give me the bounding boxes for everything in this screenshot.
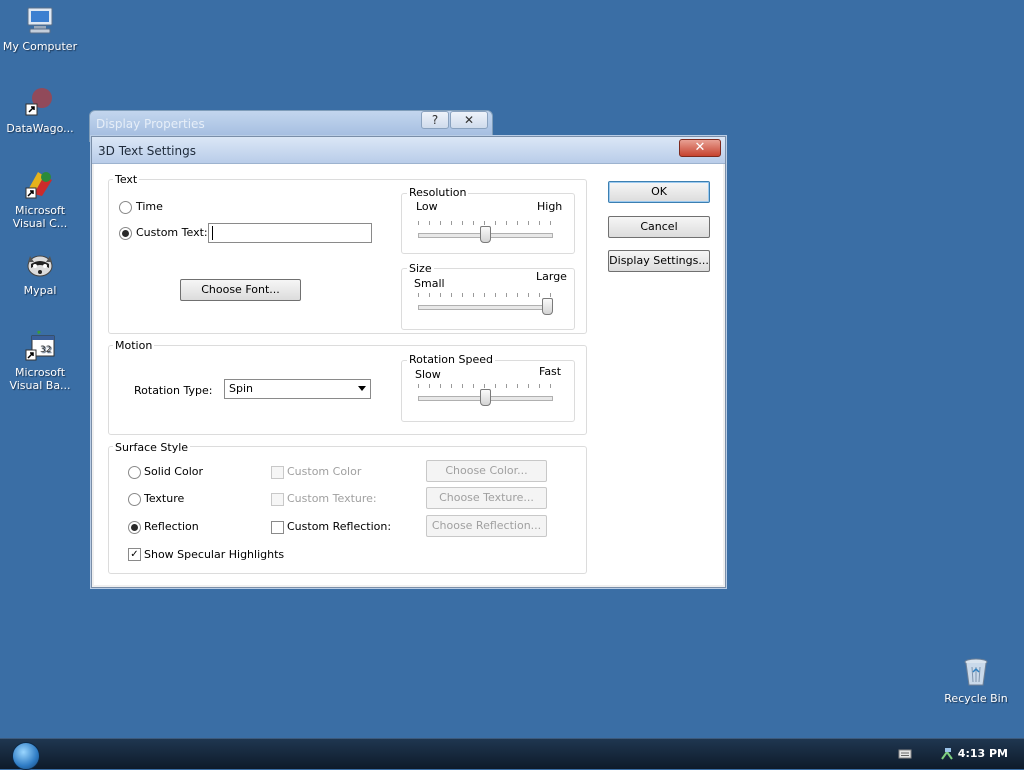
- resolution-low-label: Low: [416, 200, 438, 213]
- custom-color-label: Custom Color: [287, 465, 362, 478]
- desktop-icon-label: My Computer: [2, 40, 78, 53]
- choose-color-button[interactable]: Choose Color...: [426, 460, 547, 482]
- slider-thumb[interactable]: [480, 226, 491, 243]
- rotation-type-value: Spin: [229, 382, 253, 395]
- resolution-high-label: High: [537, 200, 563, 213]
- custom-text-radio[interactable]: [119, 227, 132, 240]
- chevron-down-icon: [358, 386, 366, 391]
- solid-color-label: Solid Color: [144, 465, 204, 478]
- show-specular-highlights-label: Show Specular Highlights: [144, 548, 285, 561]
- taskbar: 4:13 PM: [0, 738, 1024, 770]
- custom-reflection-checkbox[interactable]: [271, 521, 284, 534]
- resolution-slider[interactable]: [418, 221, 553, 243]
- resolution-label: Resolution: [407, 186, 469, 199]
- computer-icon: [27, 7, 53, 34]
- desktop-icon-recycle-bin[interactable]: Recycle Bin: [936, 656, 1016, 705]
- rotation-speed-slider[interactable]: [418, 384, 553, 406]
- text-group-label: Text: [113, 173, 140, 186]
- mypal-browser-icon: [27, 255, 53, 277]
- solid-color-radio[interactable]: [128, 466, 141, 479]
- reflection-label: Reflection: [144, 520, 199, 533]
- desktop-icon-label: DataWago...: [6, 122, 74, 135]
- display-settings-button[interactable]: Display Settings...: [608, 250, 710, 272]
- desktop-icon-label: Recycle Bin: [944, 692, 1008, 705]
- desktop-icon-label: Mypal: [23, 284, 57, 297]
- svg-text:32: 32: [40, 345, 51, 355]
- custom-text-input[interactable]: [208, 223, 372, 243]
- size-large-label: Large: [536, 270, 567, 283]
- texture-label: Texture: [144, 492, 185, 505]
- slider-track: [418, 305, 553, 310]
- size-slider[interactable]: [418, 293, 553, 315]
- text-caret: [212, 226, 213, 240]
- size-small-label: Small: [414, 277, 445, 290]
- slider-ticks: [418, 384, 551, 388]
- slider-thumb[interactable]: [542, 298, 553, 315]
- rotation-type-select[interactable]: Spin: [224, 379, 371, 399]
- help-button[interactable]: ?: [421, 111, 449, 129]
- keyboard-icon[interactable]: [898, 747, 912, 761]
- size-label: Size: [407, 262, 434, 275]
- close-button[interactable]: ✕: [450, 111, 488, 129]
- dialog-title: 3D Text Settings: [98, 144, 196, 158]
- desktop-icon-visual-basic[interactable]: 32 Microsoft Visual Ba...: [0, 330, 80, 392]
- custom-texture-label: Custom Texture:: [287, 492, 377, 505]
- recycle-bin-icon: [964, 658, 988, 686]
- time-label: Time: [136, 200, 163, 213]
- custom-color-checkbox[interactable]: [271, 466, 284, 479]
- time-radio[interactable]: [119, 201, 132, 214]
- slider-ticks: [418, 293, 551, 297]
- desktop-icon-label: Microsoft: [14, 366, 66, 379]
- desktop-icon-mypal[interactable]: Mypal: [0, 248, 80, 297]
- custom-text-label: Custom Text:: [136, 226, 208, 239]
- dialog-title-bar[interactable]: 3D Text Settings ✕: [92, 137, 725, 164]
- choose-reflection-button[interactable]: Choose Reflection...: [426, 515, 547, 537]
- show-specular-highlights-checkbox[interactable]: ✓: [128, 548, 141, 561]
- texture-radio[interactable]: [128, 493, 141, 506]
- ok-button[interactable]: OK: [608, 181, 710, 203]
- slider-thumb[interactable]: [480, 389, 491, 406]
- window-title: Display Properties: [96, 117, 205, 131]
- dialog-body: Text Time Custom Text: Choose Font... Re…: [94, 164, 723, 585]
- desktop-icon-label: Visual C...: [12, 217, 68, 230]
- rotation-type-label: Rotation Type:: [134, 384, 213, 397]
- desktop-icon-label: Visual Ba...: [9, 379, 71, 392]
- rotation-speed-slow-label: Slow: [415, 368, 441, 381]
- visual-basic-shortcut-icon: 32: [25, 330, 55, 361]
- custom-reflection-label: Custom Reflection:: [287, 520, 392, 533]
- choose-font-button[interactable]: Choose Font...: [180, 279, 301, 301]
- network-icon[interactable]: [940, 747, 954, 761]
- start-button[interactable]: [12, 742, 40, 770]
- surface-style-label: Surface Style: [113, 441, 191, 454]
- desktop-icon-my-computer[interactable]: My Computer: [0, 4, 80, 53]
- datawagon-shortcut-icon: [25, 88, 52, 116]
- visual-c-shortcut-icon: [25, 172, 52, 199]
- desktop-icon-visual-c[interactable]: Microsoft Visual C...: [0, 168, 80, 230]
- rotation-speed-label: Rotation Speed: [407, 353, 495, 366]
- clock[interactable]: 4:13 PM: [958, 747, 1008, 760]
- 3d-text-settings-dialog: 3D Text Settings ✕ Text Time Custom Text…: [91, 136, 726, 588]
- close-button[interactable]: ✕: [679, 139, 721, 157]
- motion-group-label: Motion: [113, 339, 155, 352]
- custom-texture-checkbox[interactable]: [271, 493, 284, 506]
- desktop-icon-datawagon[interactable]: DataWago...: [0, 86, 80, 135]
- reflection-radio[interactable]: [128, 521, 141, 534]
- desktop-icon-label: Microsoft: [14, 204, 66, 217]
- choose-texture-button[interactable]: Choose Texture...: [426, 487, 547, 509]
- cancel-button[interactable]: Cancel: [608, 216, 710, 238]
- rotation-speed-fast-label: Fast: [539, 365, 562, 378]
- slider-ticks: [418, 221, 551, 225]
